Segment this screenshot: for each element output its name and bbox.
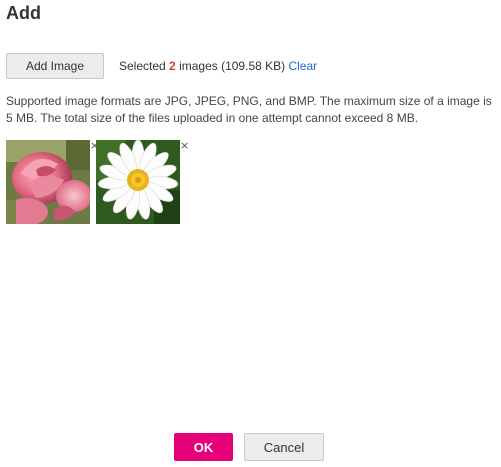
selected-suffix: images (109.58 KB): [175, 59, 289, 73]
rose-image: [6, 140, 90, 224]
selected-summary: Selected 2 images (109.58 KB) Clear: [119, 59, 317, 73]
selected-count: 2: [169, 59, 176, 73]
add-image-button[interactable]: Add Image: [6, 53, 104, 79]
add-image-dialog: Add Add Image Selected 2 images (109.58 …: [0, 0, 501, 467]
thumbnail-item: ×: [6, 140, 99, 224]
thumbnail-list: × ×: [6, 140, 189, 224]
upload-hint: Supported image formats are JPG, JPEG, P…: [6, 94, 492, 125]
selected-prefix: Selected: [119, 59, 170, 73]
daisy-image: [96, 140, 180, 224]
thumbnail-item: ×: [96, 140, 189, 224]
remove-image-icon[interactable]: ×: [180, 140, 189, 152]
ok-button[interactable]: OK: [174, 433, 233, 461]
cancel-button[interactable]: Cancel: [244, 433, 324, 461]
clear-link[interactable]: Clear: [288, 59, 317, 73]
dialog-title: Add: [6, 3, 41, 23]
